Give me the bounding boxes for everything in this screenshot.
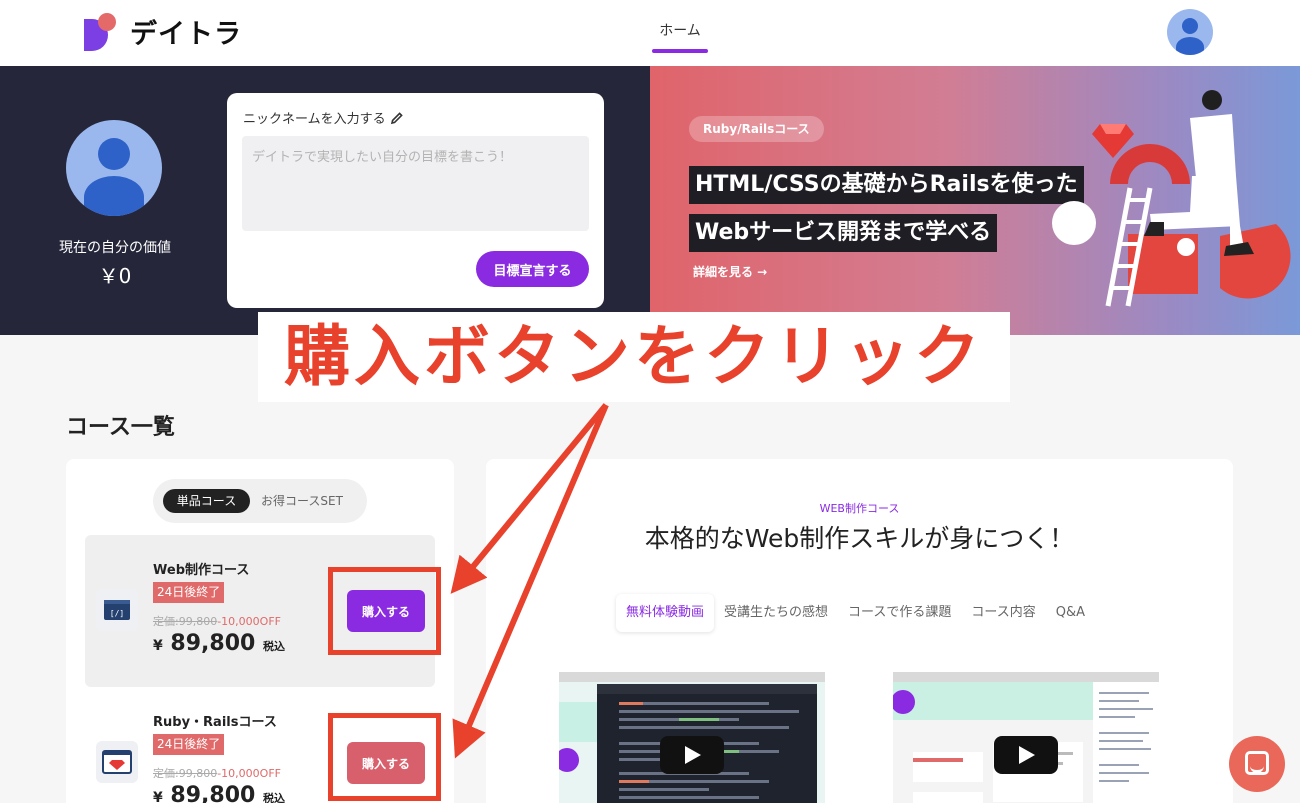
toggle-single-course[interactable]: 単品コース [163, 489, 250, 513]
profile-avatar-icon [66, 120, 162, 216]
chat-button[interactable] [1229, 736, 1285, 792]
tab-free-video[interactable]: 無料体験動画 [616, 594, 715, 632]
deadline-badge: 24日後終了 [153, 734, 225, 755]
tab-qa[interactable]: Q&A [1046, 594, 1095, 632]
goal-card: ニックネームを入力する 目標宣言する [227, 93, 604, 308]
course-discount: 定価:99,800-10,000OFF [153, 767, 281, 780]
top-header: デイトラ ホーム [0, 0, 1300, 66]
course-discount: 定価:99,800-10,000OFF [153, 615, 281, 628]
video-thumbnail[interactable] [893, 672, 1159, 803]
declare-goal-button[interactable]: 目標宣言する [476, 251, 589, 287]
course-list-title: コース一覧 [66, 415, 175, 440]
banner-more-link[interactable]: 詳細を見る → [693, 263, 767, 280]
logo[interactable]: デイトラ [84, 12, 242, 51]
banner-illustration [1052, 90, 1291, 307]
value-amount: ￥0 [98, 264, 132, 288]
nickname-edit-link[interactable]: ニックネームを入力する [243, 108, 404, 127]
toggle-course-set[interactable]: お得コースSET [261, 489, 343, 513]
tab-course-content[interactable]: コース内容 [961, 594, 1045, 632]
logo-mark-icon [84, 12, 120, 51]
banner-headline-1: HTML/CSSの基礎からRailsを使った [689, 166, 1084, 204]
pencil-icon [390, 111, 403, 124]
code-window-icon: [/] [96, 589, 138, 631]
nav-home[interactable]: ホーム [652, 20, 708, 40]
deadline-badge: 24日後終了 [153, 582, 225, 603]
logo-text: デイトラ [130, 19, 242, 50]
value-label: 現在の自分の価値 [59, 240, 171, 256]
course-name: Web制作コース [153, 563, 250, 578]
detail-tabs: 無料体験動画 受講生たちの感想 コースで作る課題 コース内容 Q&A [616, 594, 1095, 632]
course-type-toggle: 単品コース お得コースSET [153, 479, 367, 523]
goal-input[interactable] [242, 136, 589, 231]
banner-headline-2: Webサービス開発まで学べる [689, 214, 998, 252]
course-price: ¥ 89,800 税込 [153, 783, 285, 803]
course-banner[interactable]: Ruby/Railsコース HTML/CSSの基礎からRailsを使った Web… [650, 66, 1300, 335]
play-icon[interactable] [660, 736, 724, 774]
ruby-gem-icon [96, 741, 138, 783]
nav-active-underline [652, 49, 708, 53]
chat-icon [1245, 751, 1269, 775]
course-name: Ruby・Railsコース [153, 715, 277, 730]
nickname-label: ニックネームを入力する [243, 112, 386, 127]
tab-assignments[interactable]: コースで作る課題 [838, 594, 961, 632]
annotation-highlight-box [328, 713, 441, 801]
banner-tag: Ruby/Railsコース [689, 116, 824, 142]
detail-title: 本格的なWeb制作スキルが身につく！ [644, 524, 1075, 553]
annotation-label: 購入ボタンをクリック [258, 312, 1010, 402]
user-avatar-icon[interactable] [1167, 9, 1213, 55]
video-thumbnail[interactable] [559, 672, 825, 803]
course-detail-card: WEB制作コース 本格的なWeb制作スキルが身につく！ 無料体験動画 受講生たち… [486, 459, 1233, 803]
play-icon[interactable] [994, 736, 1058, 774]
course-price: ¥ 89,800 税込 [153, 631, 285, 656]
annotation-highlight-box [328, 567, 441, 655]
detail-course-tag: WEB制作コース [819, 502, 900, 515]
tab-reviews[interactable]: 受講生たちの感想 [714, 594, 838, 632]
svg-text:[/]: [/] [110, 609, 124, 618]
